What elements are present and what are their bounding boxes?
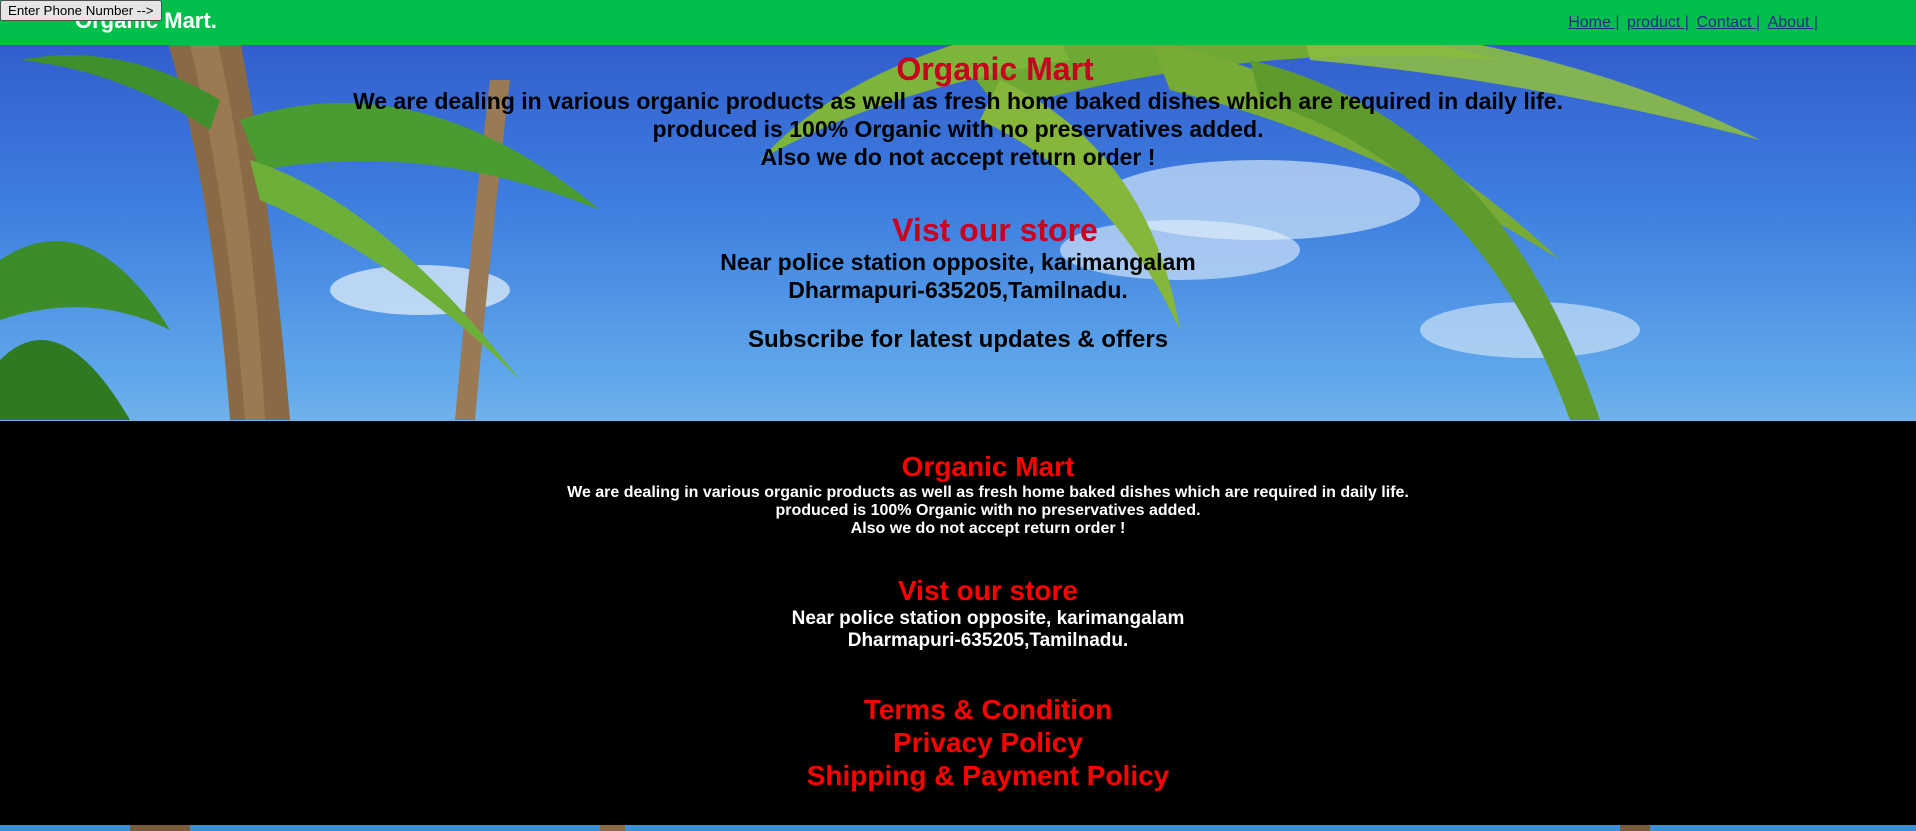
footer-description-line: produced is 100% Organic with no preserv… <box>775 502 1201 519</box>
nav-link-contact[interactable]: Contact | <box>1696 14 1760 31</box>
footer-address-line: Dharmapuri-635205,Tamilnadu. <box>847 630 1129 651</box>
hero-description-line: produced is 100% Organic with no preserv… <box>652 116 1264 142</box>
hero-description: We are dealing in various organic produc… <box>0 87 1916 171</box>
hero-address-line: Dharmapuri-635205,Tamilnadu. <box>788 277 1128 303</box>
footer-title: Organic Mart <box>901 451 1075 482</box>
nav-link-home[interactable]: Home | <box>1568 14 1619 31</box>
hero-address-line: Near police station opposite, karimangal… <box>720 249 1196 275</box>
shipping-payment-policy-link[interactable]: Shipping & Payment Policy <box>0 759 1916 792</box>
top-navbar: Organic Mart. Home | product | Contact |… <box>0 0 1916 45</box>
subscribe-heading: Subscribe for latest updates & offers <box>747 326 1169 353</box>
hero-section: Organic Mart We are dealing in various o… <box>0 45 1916 421</box>
terms-condition-link[interactable]: Terms & Condition <box>0 693 1916 726</box>
nav-link-product[interactable]: product | <box>1627 14 1689 31</box>
footer-section: Organic Mart We are dealing in various o… <box>0 421 1916 825</box>
hero-description-line: Also we do not accept return order ! <box>760 144 1156 170</box>
footer-description-line: We are dealing in various organic produc… <box>567 484 1409 501</box>
privacy-policy-link[interactable]: Privacy Policy <box>0 726 1916 759</box>
hero-store-address: Near police station opposite, karimangal… <box>0 248 1916 304</box>
footer-description: We are dealing in various organic produc… <box>0 484 1916 538</box>
enter-phone-number-button[interactable]: Enter Phone Number --> <box>0 0 162 21</box>
hero-description-line: We are dealing in various organic produc… <box>352 88 1563 114</box>
nav-links: Home | product | Contact | About | <box>1565 14 1818 32</box>
footer-policy-links: Terms & Condition Privacy Policy Shippin… <box>0 693 1916 792</box>
footer-description-line: Also we do not accept return order ! <box>850 520 1126 537</box>
footer-address-line: Near police station opposite, karimangal… <box>791 608 1185 629</box>
hero-store-title: Vist our store <box>892 212 1098 248</box>
nav-link-about[interactable]: About | <box>1768 14 1818 31</box>
footer-store-address: Near police station opposite, karimangal… <box>0 608 1916 652</box>
hero-title: Organic Mart <box>896 51 1094 87</box>
footer-store-title: Vist our store <box>898 575 1078 606</box>
